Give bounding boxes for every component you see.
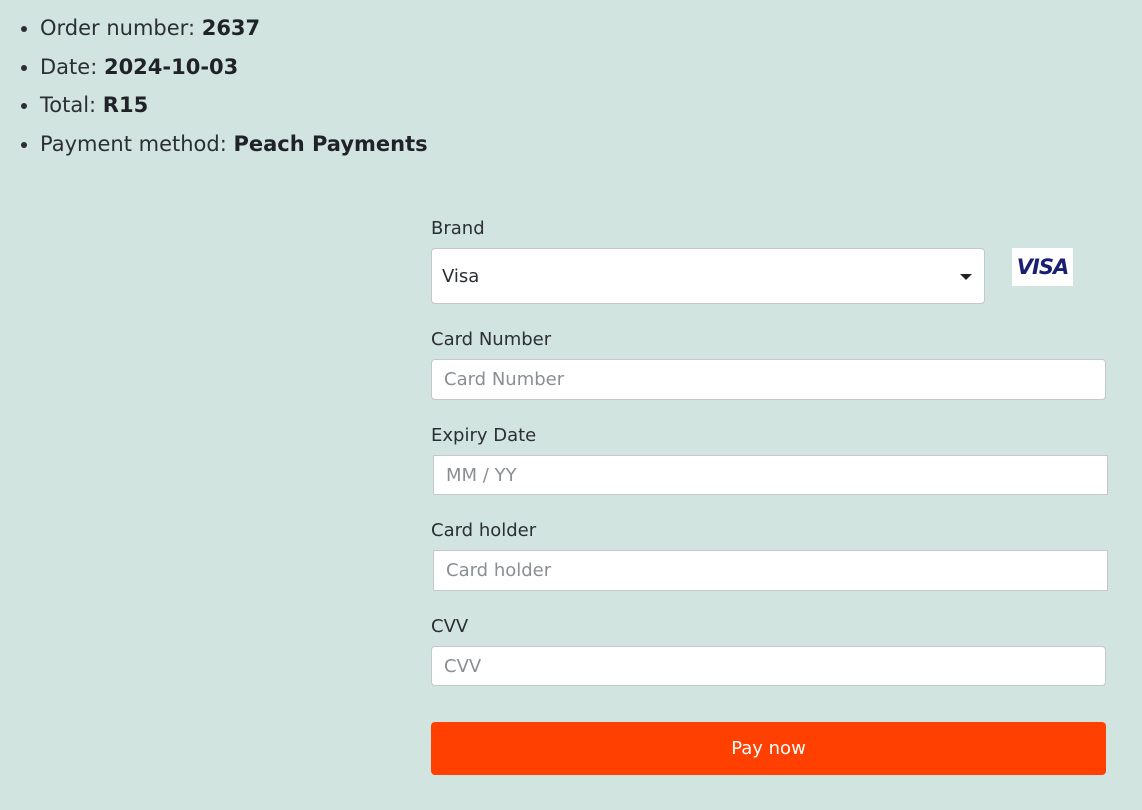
order-number-item: Order number: 2637 bbox=[40, 9, 428, 48]
chevron-down-icon bbox=[960, 274, 972, 280]
order-total-value: R15 bbox=[102, 93, 149, 117]
card-number-input[interactable] bbox=[431, 359, 1106, 400]
order-date-item: Date: 2024-10-03 bbox=[40, 48, 428, 87]
cvv-label: CVV bbox=[431, 616, 469, 637]
payment-method-item: Payment method: Peach Payments bbox=[40, 125, 428, 164]
order-number-value: 2637 bbox=[201, 16, 261, 40]
payment-method-value: Peach Payments bbox=[233, 131, 428, 156]
card-holder-input[interactable] bbox=[433, 550, 1108, 591]
brand-label: Brand bbox=[431, 218, 485, 239]
order-total-label: Total: bbox=[40, 93, 103, 117]
card-holder-label: Card holder bbox=[431, 520, 537, 541]
order-number-label: Order number: bbox=[40, 16, 202, 40]
brand-selected-value: Visa bbox=[442, 265, 480, 287]
order-date-value: 2024-10-03 bbox=[103, 54, 239, 79]
payment-method-label: Payment method: bbox=[40, 131, 234, 156]
card-number-label: Card Number bbox=[431, 329, 552, 350]
expiry-date-input[interactable] bbox=[433, 455, 1108, 495]
order-date-label: Date: bbox=[40, 54, 104, 79]
expiry-date-label: Expiry Date bbox=[431, 425, 537, 446]
visa-logo-icon: VISA bbox=[1012, 248, 1073, 286]
cvv-input[interactable] bbox=[431, 646, 1106, 686]
pay-now-button[interactable]: Pay now bbox=[431, 722, 1106, 775]
order-details-list: Order number: 2637 Date: 2024-10-03 Tota… bbox=[0, 9, 428, 163]
order-total-item: Total: R15 bbox=[40, 86, 428, 125]
brand-select[interactable]: Visa bbox=[431, 248, 985, 304]
